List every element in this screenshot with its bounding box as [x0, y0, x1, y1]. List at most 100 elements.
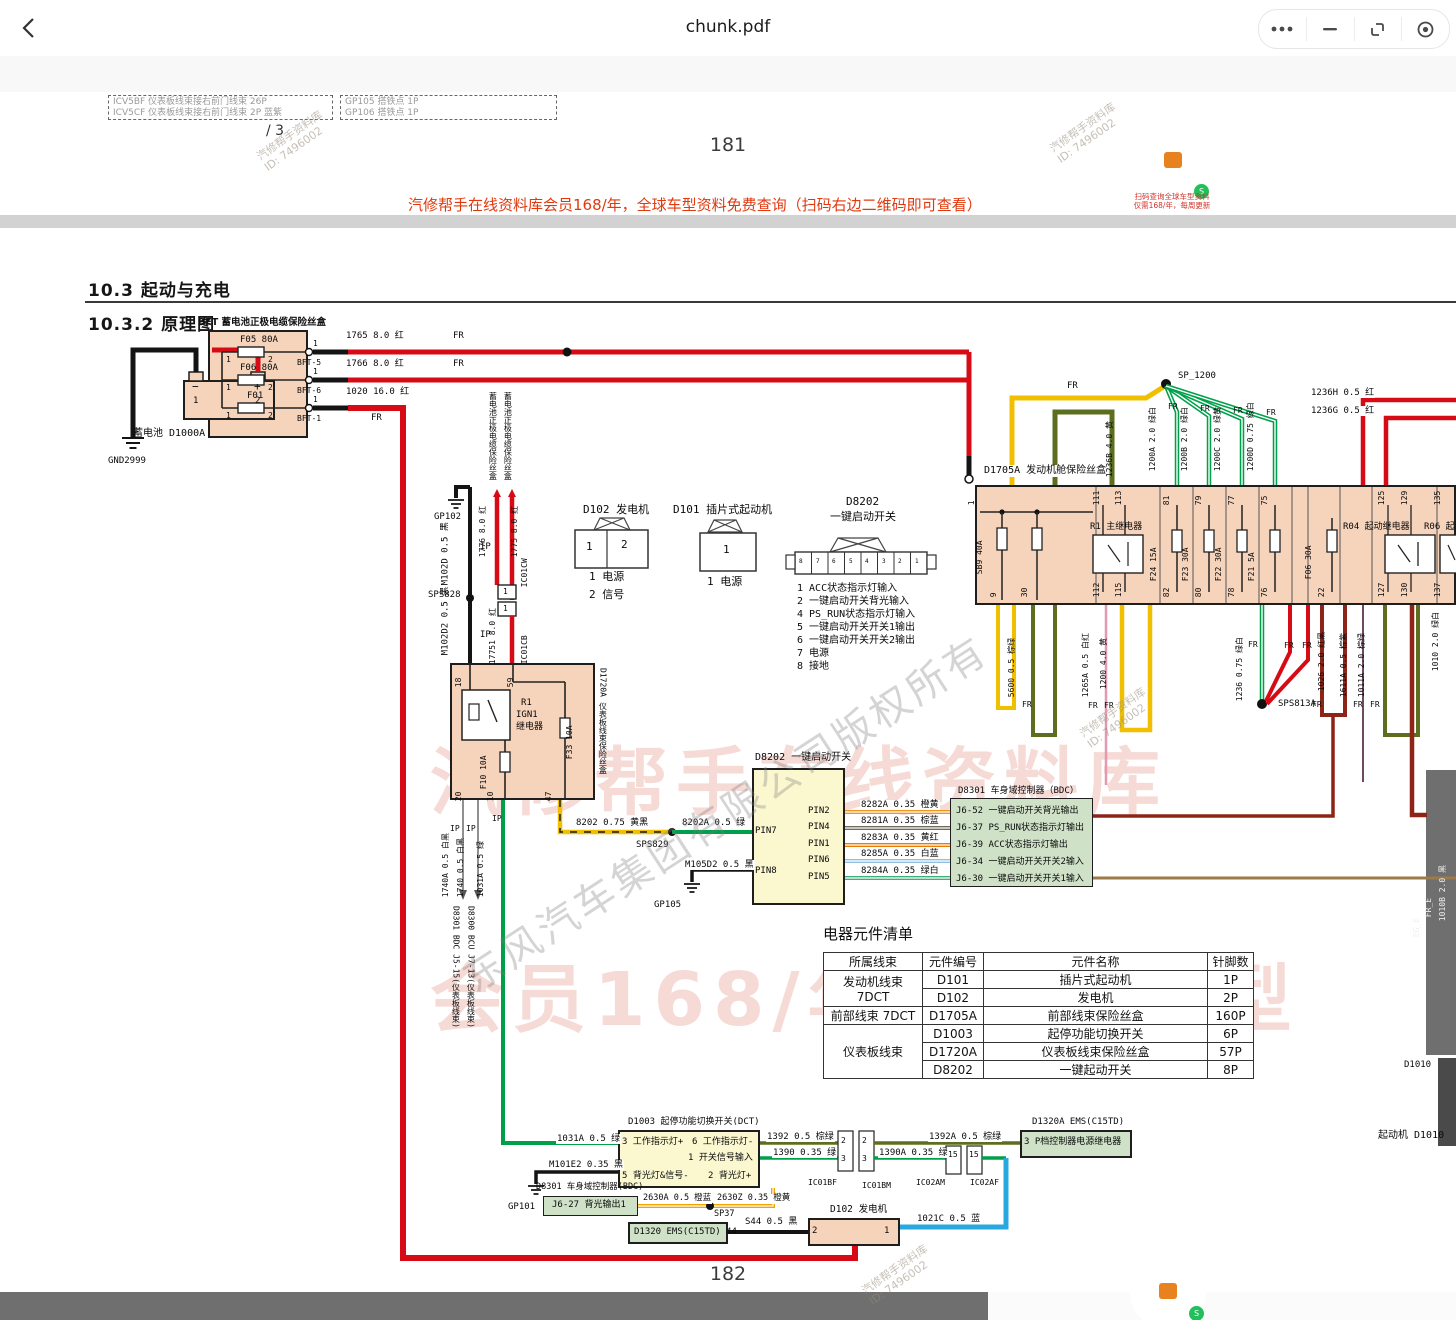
- legend-line: 6 一键启动开关开关2输出: [797, 635, 915, 647]
- ip-label: IP: [450, 824, 460, 833]
- wire-label-1776: 1776 8.0 红: [478, 506, 487, 557]
- pin-47: 47: [544, 792, 553, 802]
- toolbar: / 3 80%⌄ »: [0, 56, 1456, 93]
- pin: 2: [268, 355, 273, 364]
- wire-label-1200c: 1200C 2.0 绿黄: [1213, 407, 1222, 471]
- fb-pin: 22: [1317, 588, 1326, 598]
- pin1: PIN1: [808, 839, 830, 849]
- group-cell: 发动机线束7DCT: [824, 971, 923, 1007]
- pin: 2: [621, 539, 628, 552]
- fb-pin: 130: [1400, 583, 1409, 597]
- gp102-label: GP102: [434, 512, 461, 522]
- wire-label-8282a: 8282A 0.35 橙黄: [860, 800, 940, 810]
- table-row: 前部线束 7DCTD1705A前部线束保险丝盒160P: [824, 1007, 1254, 1025]
- pin: 6: [832, 559, 836, 566]
- sp37-label: SP37: [714, 1210, 734, 1220]
- sp1200-label: SP_1200: [1178, 371, 1216, 381]
- pin: 5: [849, 559, 853, 566]
- maximize-icon[interactable]: [1355, 17, 1403, 41]
- wire-label-1011a: 1011A 2.0 棕绿: [1357, 633, 1366, 697]
- ic01cw-label: IC01CW: [520, 558, 529, 587]
- fr-label: FR: [1200, 404, 1210, 413]
- fr-label: FR: [1168, 402, 1178, 411]
- fuse-sb9: SB9 40A: [975, 540, 984, 574]
- ege-label: EG_E: [1412, 918, 1421, 937]
- pin4: PIN4: [808, 822, 830, 832]
- bft1-label: BFT-1: [297, 414, 321, 423]
- col-part-name: 元件名称: [984, 953, 1208, 971]
- fuse-f10: F10 10A: [479, 755, 488, 789]
- legend-line: 4 PS_RUN状态指示灯输入: [797, 609, 915, 621]
- fr-label: FR: [1312, 700, 1322, 709]
- relay-r04: R04 起动继电器: [1343, 522, 1410, 532]
- legend-line: 1 ACC状态指示灯输入: [797, 583, 897, 595]
- ref-d8301: D8301 BDC J5-15(仪表板线束): [451, 906, 459, 1041]
- fuse-f06: F06 80A: [240, 363, 278, 373]
- d1003-pin5: 5 背光灯&信号-: [622, 1171, 689, 1181]
- wire-label-m102d: M102D 0.5 黑: [441, 522, 451, 585]
- wire-label-1390: 1390 0.35 绿: [772, 1148, 837, 1158]
- fb-pin: 75: [1260, 496, 1269, 506]
- fuse-f21: F21 5A: [1247, 552, 1256, 581]
- legend-d101-title: D101 插片式起动机: [673, 504, 772, 517]
- wire-label-1265a: 1265A 0.5 白红: [1081, 633, 1090, 697]
- wire-label-8285a: 8285A 0.35 白蓝: [860, 849, 940, 859]
- pdf-viewer-window: chunk.pdf / 3 80%⌄ » ICV5BF 仪表板线束接右前门线束 …: [0, 0, 1456, 1320]
- d1003-title: D1003 起停功能切换开关(DCT): [628, 1117, 760, 1127]
- connector-note-box: ICV5BF 仪表板线束接右前门线束 26P ICV5CF 仪表板线束接右前门线…: [108, 95, 333, 120]
- table-row: 仪表板线束 D1003起停功能切换开关6P: [824, 1025, 1254, 1043]
- wire-label-1392: 1392 0.5 棕绿: [766, 1132, 835, 1142]
- fr-label: FR: [1088, 701, 1098, 710]
- ic02am-label: IC02AM: [916, 1178, 945, 1187]
- fb-pin: 135: [1433, 491, 1442, 505]
- pin: 1: [503, 587, 508, 596]
- pin: 3: [841, 1154, 846, 1163]
- wire-label-1390a: 1390A 0.35 绿: [878, 1148, 949, 1158]
- fr-label: FR: [452, 359, 465, 369]
- pin: 2: [268, 383, 273, 392]
- wire-label-1740: 1740 0.5 白黑: [456, 838, 465, 897]
- fuse-f05: F05 80A: [240, 335, 278, 345]
- fb-pin: 30: [1020, 588, 1029, 598]
- battery-neg: −: [192, 381, 199, 394]
- pin7: PIN7: [755, 826, 777, 836]
- record-icon[interactable]: [1402, 17, 1449, 41]
- wire-label-1020: 1020 16.0 红: [345, 387, 410, 397]
- pin: 3: [882, 559, 886, 566]
- wire-label-1236b: 1236B 4.0 黄: [1105, 421, 1114, 477]
- bdc-title: D8301 车身域控制器（BDC）: [958, 786, 1079, 796]
- ic02af-label: IC02AF: [970, 1178, 999, 1187]
- pin: 2: [862, 1136, 867, 1145]
- pin: 15: [948, 1150, 958, 1159]
- fb-pin: 111: [1092, 491, 1101, 505]
- gnd2999-label: GND2999: [108, 456, 146, 466]
- fr-label: FR: [1302, 641, 1312, 650]
- legend-d102-1: 1 电源: [589, 571, 624, 584]
- d8301-bottom-title: D8301 车身域控制器(BDC): [536, 1183, 643, 1193]
- minimize-icon[interactable]: [1307, 17, 1355, 41]
- fr-label: FR: [1233, 406, 1243, 415]
- pin-10: 10: [486, 792, 495, 802]
- wire-label-1766: 1766 8.0 红: [345, 359, 405, 369]
- pin: 1: [586, 541, 593, 554]
- fuse-f24: F24 15A: [1149, 547, 1158, 581]
- document-title: chunk.pdf: [0, 17, 1456, 37]
- pin2: PIN2: [808, 806, 830, 816]
- more-icon[interactable]: [1259, 17, 1307, 41]
- qr-logo: [1159, 1283, 1177, 1299]
- wire-label-1200a: 1200A 2.0 绿白: [1148, 407, 1157, 471]
- section-heading: 10.3 起动与充电: [88, 276, 231, 301]
- legend-line: 7 电源: [797, 648, 829, 660]
- starter-label: 起动机 D1010: [1378, 1130, 1444, 1142]
- fb-pin: 78: [1227, 588, 1236, 598]
- note-line: GP105 搭铁点 1P: [345, 97, 552, 108]
- fb-pin: 115: [1114, 583, 1123, 597]
- legend-d102-2: 2 信号: [589, 589, 624, 602]
- wire-label-1021c: 1021C 0.5 蓝: [916, 1214, 981, 1224]
- note-line: ICV5CF 仪表板线束接右前门线束 2P 蓝紫: [113, 108, 328, 119]
- pin: 1: [226, 411, 231, 420]
- horizontal-scrollbar-thumb[interactable]: [0, 1292, 988, 1320]
- pin: 2: [898, 559, 902, 566]
- wire-label-1236g: 1236G 0.5 红: [1310, 406, 1375, 416]
- pin: 7: [816, 559, 820, 566]
